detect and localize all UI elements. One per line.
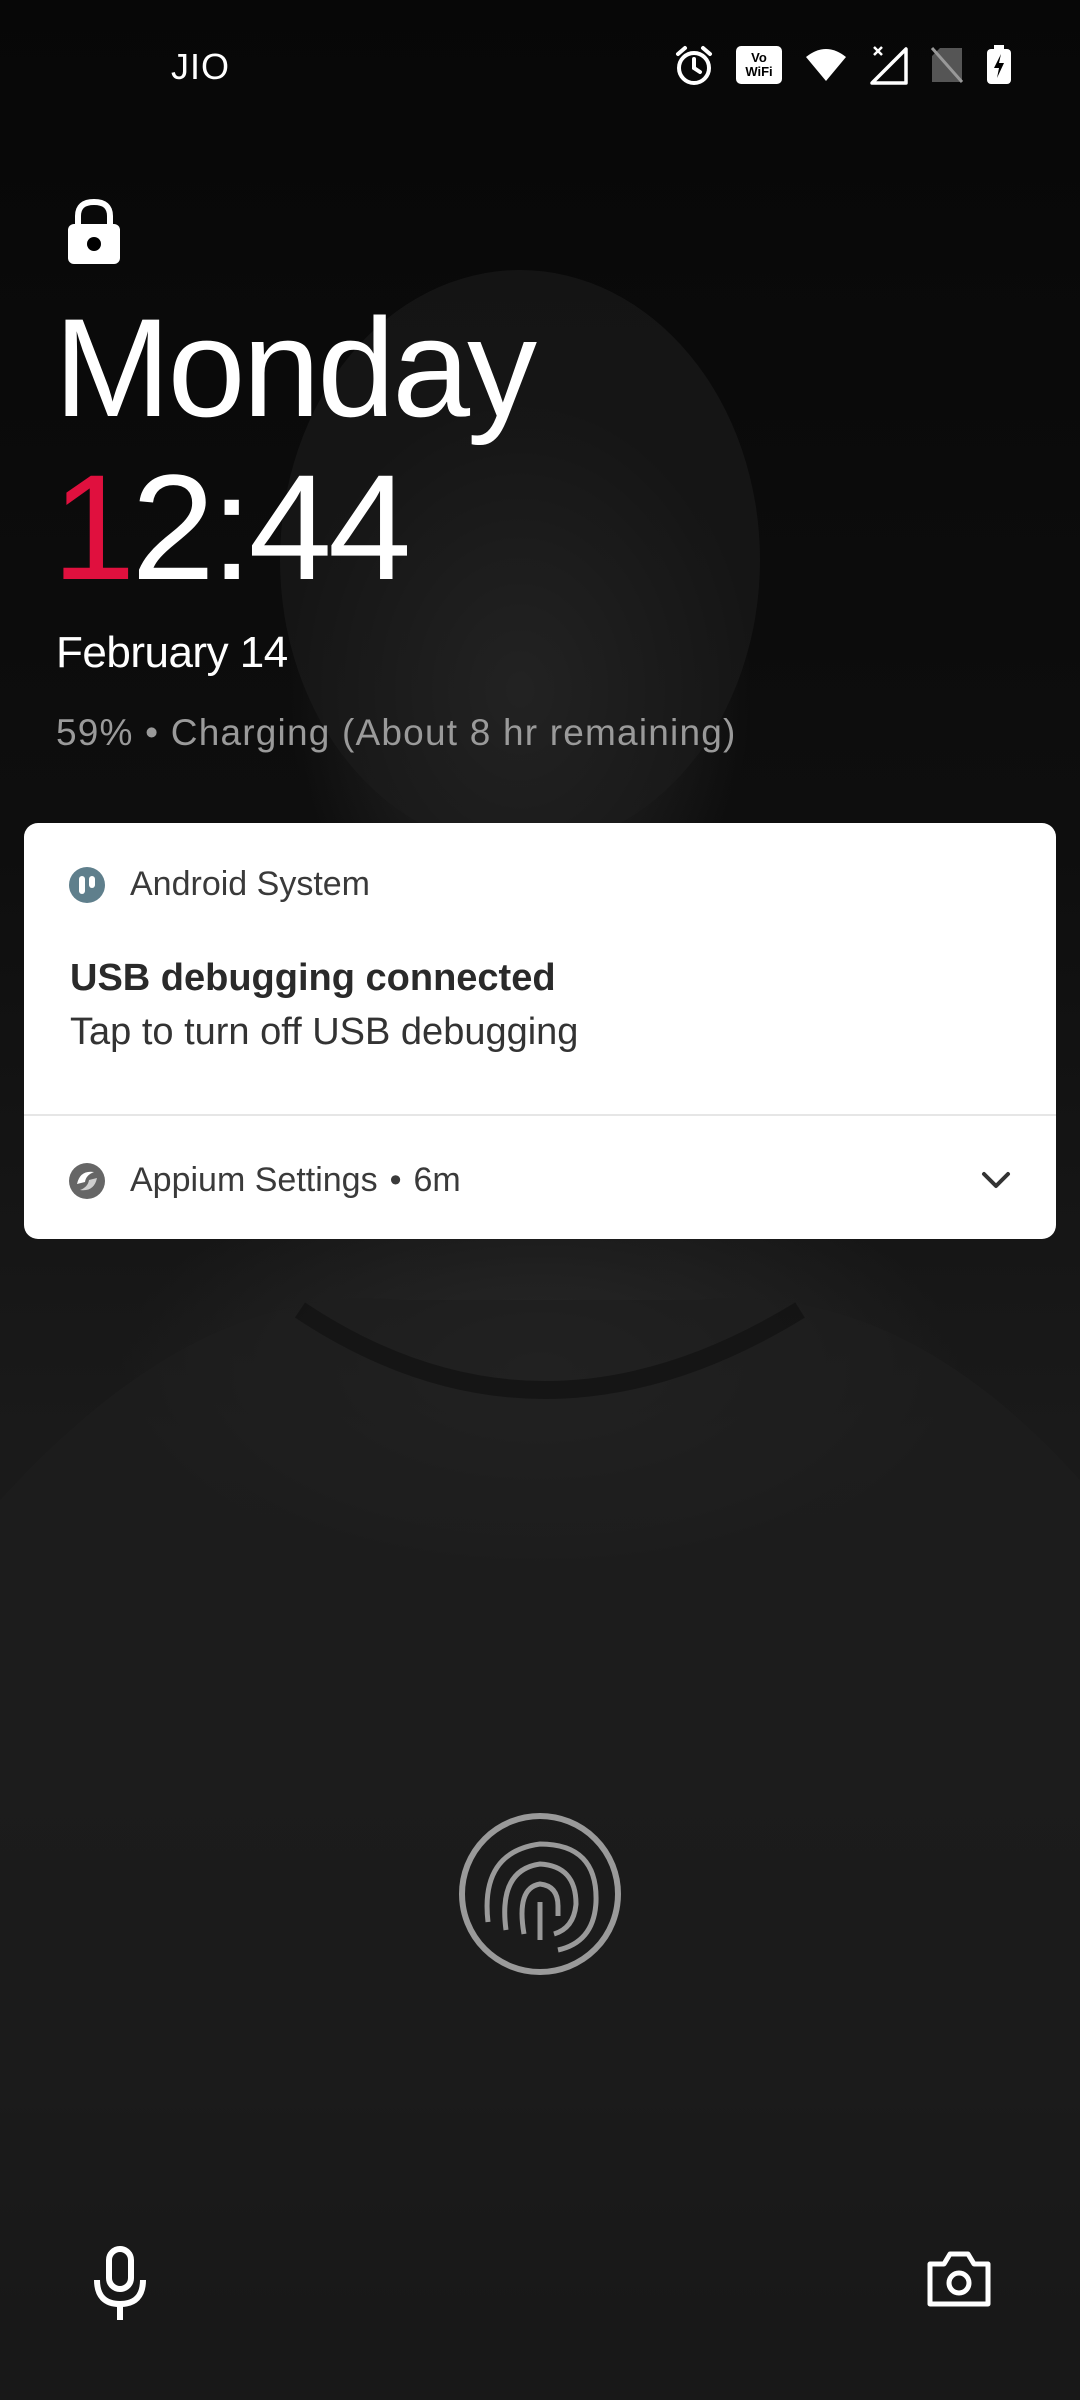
mobile-signal-icon: [870, 46, 908, 85]
alarm-icon: [676, 46, 712, 85]
notification-app-name-appium: Appium Settings: [130, 1161, 378, 1199]
date: February 14: [56, 628, 288, 677]
lock-screen: JIO Vo WiFi Monday 12:44 February 14 59%…: [0, 0, 1080, 2400]
notification-separator: •: [389, 1161, 402, 1199]
notification-usb-debugging[interactable]: Android System USB debugging connected T…: [24, 823, 1056, 1114]
appium-icon: [69, 1162, 105, 1199]
notification-text: Tap to turn off USB debugging: [70, 1011, 579, 1053]
clock: 12:44: [52, 452, 411, 602]
carrier-name: JIO: [171, 46, 231, 87]
fingerprint-icon[interactable]: [458, 1812, 622, 1976]
clock-accent-digit: 1: [52, 443, 135, 611]
wifi-icon: [806, 49, 846, 81]
notification-title: USB debugging connected: [70, 957, 556, 999]
camera-icon[interactable]: [926, 2250, 992, 2308]
vowifi-icon: Vo WiFi: [736, 46, 782, 84]
chevron-down-icon[interactable]: [978, 1168, 1014, 1192]
vowifi-bottom-label: WiFi: [745, 64, 773, 79]
status-bar: JIO Vo WiFi: [0, 0, 1080, 140]
day-of-week: Monday: [54, 289, 537, 446]
android-system-icon: [69, 866, 105, 903]
vowifi-top-label: Vo: [751, 50, 767, 65]
microphone-icon[interactable]: [92, 2246, 148, 2322]
lock-icon: [68, 198, 120, 264]
notification-header: Android System: [68, 865, 370, 904]
notification-time: 6m: [413, 1161, 461, 1199]
notification-app-name: Android System: [130, 865, 370, 903]
battery-charging-icon: [987, 45, 1011, 84]
status-icons: Vo WiFi: [674, 44, 1012, 86]
charging-status: 59% • Charging (About 8 hr remaining): [56, 712, 737, 753]
notification-card: Android System USB debugging connected T…: [24, 823, 1056, 1239]
notification-appium-row: Appium Settings • 6m: [68, 1161, 461, 1200]
clock-rest: 2:44: [131, 443, 411, 611]
no-sim-icon: [930, 47, 964, 83]
